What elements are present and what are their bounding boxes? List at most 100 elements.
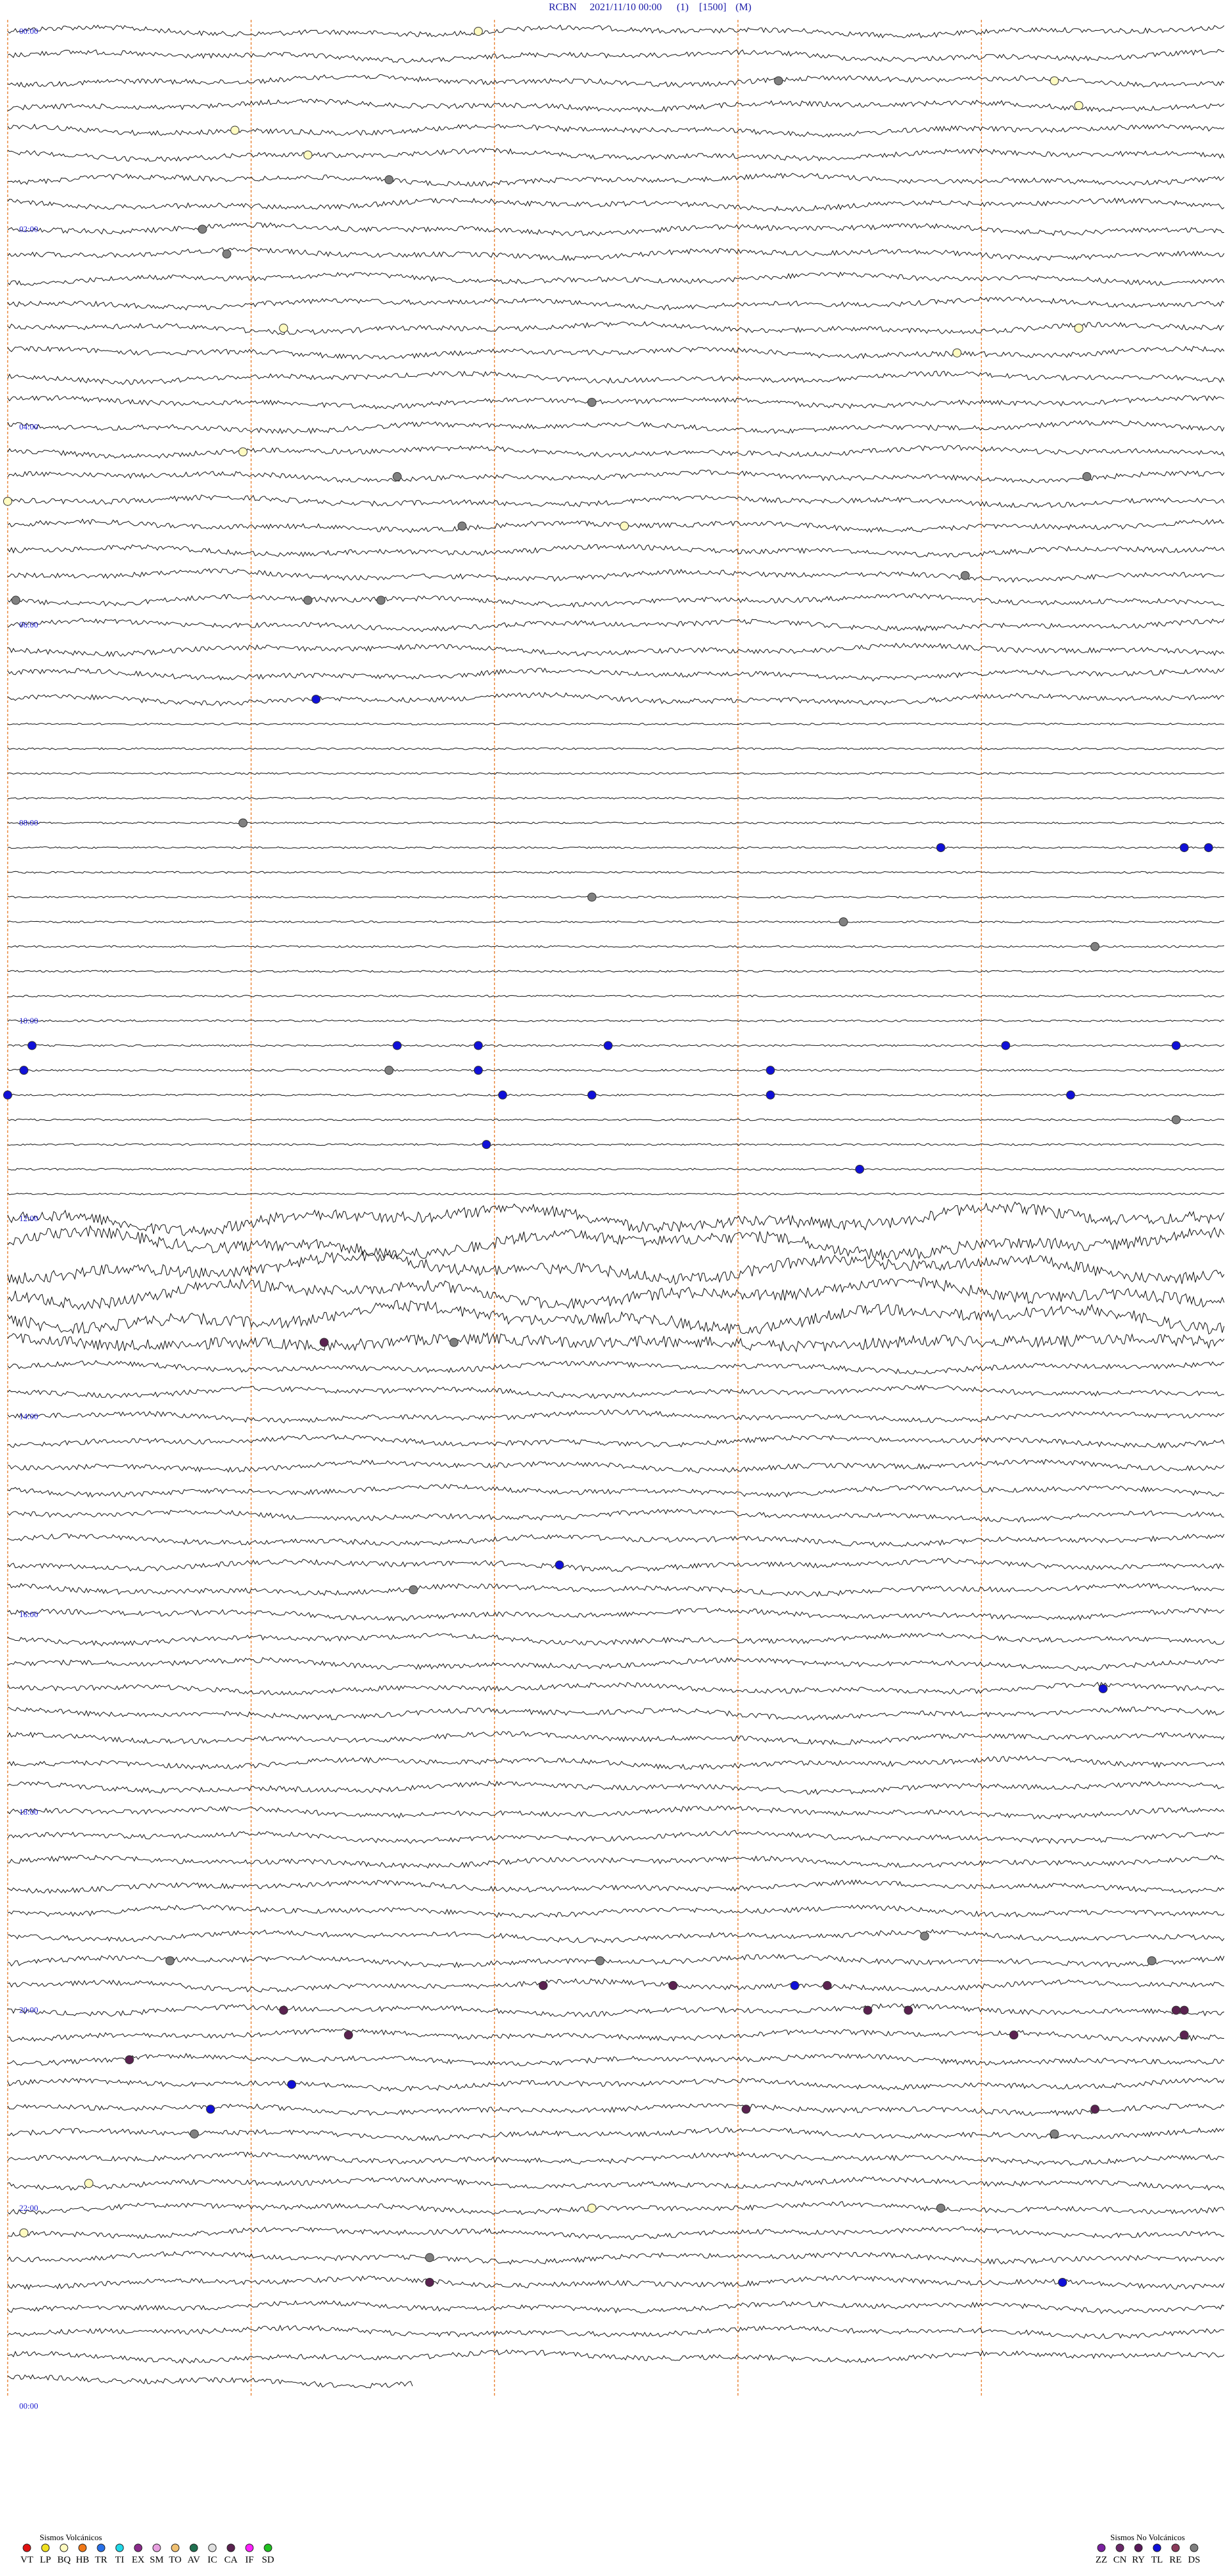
trace-line — [7, 1755, 1225, 1770]
trace-line — [7, 2103, 1225, 2117]
minute-grid — [7, 20, 982, 2398]
legend-dot-if — [245, 2543, 254, 2552]
trace-line — [7, 2349, 1225, 2364]
event-marker-tl — [482, 1140, 491, 1150]
hour-label: 22:00 — [19, 2203, 38, 2213]
event-marker-ds — [384, 1066, 394, 1075]
event-marker-ca — [904, 2005, 913, 2015]
event-marker-ca — [279, 2005, 288, 2015]
event-marker-ds — [457, 521, 467, 531]
trace-line — [7, 420, 1225, 434]
trace-line — [7, 2201, 1225, 2215]
event-marker-ds — [838, 917, 848, 927]
legend-dot-re — [1171, 2543, 1180, 2552]
trace-line — [7, 320, 1225, 335]
event-marker-ca — [425, 2277, 434, 2287]
hour-label: 18:00 — [19, 1807, 38, 1817]
event-marker-ds — [587, 892, 597, 902]
event-marker-ds — [198, 225, 207, 234]
trace-line — [7, 1682, 1225, 1696]
trace-line — [7, 970, 1225, 973]
trace-line — [7, 771, 1225, 775]
trace-line — [7, 1953, 1225, 1968]
trace-line — [7, 445, 1225, 459]
trace-line — [7, 995, 1225, 998]
event-marker-bq — [3, 496, 12, 506]
legend-dot-tr — [97, 2543, 106, 2552]
event-marker-ds — [774, 76, 783, 86]
trace-line — [7, 173, 1225, 187]
legend-dot-hb — [78, 2543, 87, 2552]
event-marker-tl — [603, 1041, 613, 1050]
legend-non-volcanic-title: Sismos No Volcánicos — [1110, 2533, 1185, 2542]
trace-line — [7, 1019, 1225, 1022]
legend-volcanic-title: Sismos Volcánicos — [40, 2533, 102, 2542]
trace-line — [7, 1069, 1225, 1072]
event-marker-ds — [595, 1956, 605, 1966]
hour-label: 20:00 — [19, 2005, 38, 2015]
trace-line — [7, 2250, 1225, 2265]
event-marker-tl — [1001, 1041, 1011, 1050]
trace-line — [7, 222, 1225, 237]
hour-label: 00:00 — [19, 2401, 38, 2410]
trace-line — [7, 1854, 1225, 1869]
event-marker-ds — [1082, 472, 1092, 482]
trace-line — [7, 642, 1225, 658]
event-marker-tl — [3, 1090, 12, 1100]
event-marker-ca — [319, 1338, 329, 1347]
legend-code-ti: TI — [115, 2555, 124, 2565]
trace-line — [7, 544, 1225, 558]
hour-label: 04:00 — [19, 422, 38, 432]
trace-line — [7, 1434, 1225, 1449]
trace-line — [7, 247, 1225, 262]
legend-code-sd: SD — [262, 2555, 274, 2565]
legend-code-ic: IC — [208, 2555, 217, 2565]
hour-label: 00:00 — [19, 26, 38, 36]
legend-volcanic: Sismos Volcánicos VT LP BQ HB TR TI EX SM TO AV IC… — [20, 2533, 274, 2565]
legend-dot-sm — [152, 2543, 161, 2552]
event-marker-ds — [1147, 1956, 1156, 1966]
event-marker-bq — [238, 447, 248, 457]
legend-dot-av — [189, 2543, 198, 2552]
trace-line — [7, 1805, 1225, 1820]
event-marker-ds — [1171, 1115, 1181, 1125]
trace-line — [7, 667, 1225, 682]
trace-line — [7, 945, 1225, 948]
event-marker-bq — [1074, 101, 1083, 111]
legend-code-tl: TL — [1151, 2555, 1163, 2565]
event-marker-ca — [1179, 2030, 1189, 2040]
event-marker-tl — [766, 1090, 775, 1100]
trace-line — [7, 691, 1225, 707]
event-marker-ca — [125, 2055, 134, 2064]
event-marker-ca — [343, 2030, 353, 2040]
event-marker-ds — [920, 1931, 929, 1941]
header-channel: (1) — [677, 2, 689, 13]
legend-code-bq: BQ — [58, 2555, 71, 2565]
legend-code-cn: CN — [1114, 2555, 1127, 2565]
legend-dot-ca — [226, 2543, 235, 2552]
event-marker-bq — [19, 2228, 29, 2238]
trace-line — [7, 74, 1225, 88]
trace-line — [7, 1978, 1225, 1993]
hour-label: 02:00 — [19, 224, 38, 233]
trace-line — [7, 197, 1225, 212]
event-marker-ca — [1171, 2005, 1181, 2015]
trace-line — [7, 1879, 1225, 1894]
legend-dot-lp — [41, 2543, 50, 2552]
header-datetime: 2021/11/10 00:00 — [590, 2, 662, 13]
event-marker-ds — [409, 1585, 418, 1595]
trace-line — [7, 1167, 1225, 1171]
event-marker-ds — [392, 472, 402, 482]
event-marker-tl — [1066, 1090, 1075, 1100]
event-marker-tl — [473, 1066, 483, 1075]
legend-dot-vt — [22, 2543, 31, 2552]
event-marker-tl — [1171, 1041, 1181, 1050]
event-marker-tl — [311, 695, 321, 704]
trace-line — [7, 1201, 1225, 1237]
event-marker-ca — [823, 1980, 832, 1990]
hour-label: 10:00 — [19, 1016, 38, 1025]
hour-labels: 00:00 02:00 04:00 06:00 08:00 10:00 12:00 14:00… — [19, 26, 38, 2410]
legend-dot-to — [171, 2543, 180, 2552]
trace-line — [7, 1143, 1225, 1146]
trace-line — [7, 593, 1225, 608]
